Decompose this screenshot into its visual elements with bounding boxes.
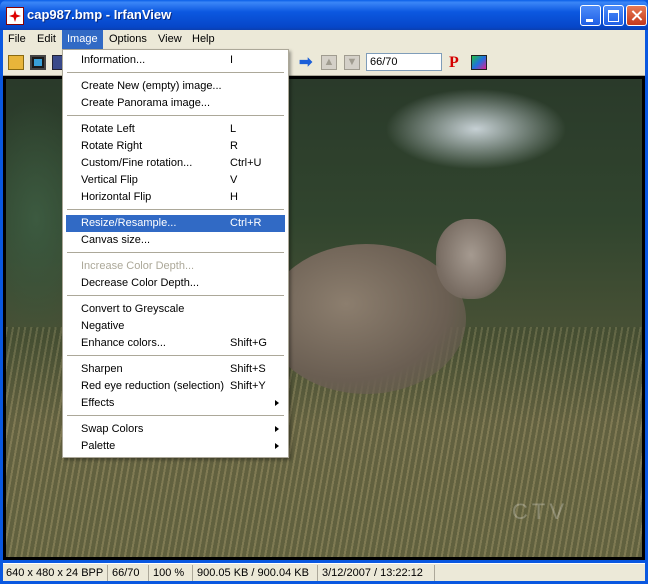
minimize-button[interactable] xyxy=(580,5,601,26)
menu-item-label: Increase Color Depth... xyxy=(81,260,195,272)
menu-item-label: Information... xyxy=(81,54,146,66)
menu-item-enhance-colors[interactable]: Enhance colors... Shift+G xyxy=(66,335,285,352)
window-title: cap987.bmp - IrfanView xyxy=(27,7,172,22)
menu-item-label: Sharpen xyxy=(81,363,123,375)
menu-item-negative[interactable]: Negative xyxy=(66,318,285,335)
title-bar[interactable]: cap987.bmp - IrfanView xyxy=(0,0,648,30)
menu-item-label: Red eye reduction (selection) xyxy=(81,380,225,392)
menu-separator xyxy=(67,355,284,356)
menu-item-shortcut: H xyxy=(230,191,238,203)
menu-item-label: Rotate Right xyxy=(81,140,143,152)
close-button[interactable] xyxy=(626,5,647,26)
status-page: 66/70 xyxy=(109,565,149,581)
menu-item-shortcut: R xyxy=(230,140,238,152)
menu-item-decrease-color-depth[interactable]: Decrease Color Depth... xyxy=(66,275,285,292)
menu-edit[interactable]: Edit xyxy=(32,30,61,49)
status-datetime: 3/12/2007 / 13:22:12 xyxy=(319,565,435,581)
menu-separator xyxy=(67,209,284,210)
properties-p-icon[interactable]: P xyxy=(449,55,465,71)
maximize-button[interactable] xyxy=(603,5,624,26)
menu-item-increase-color-depth: Increase Color Depth... xyxy=(66,258,285,275)
menu-item-label: Horizontal Flip xyxy=(81,191,152,203)
menu-item-convert-greyscale[interactable]: Convert to Greyscale xyxy=(66,301,285,318)
menu-item-swap-colors[interactable]: Swap Colors xyxy=(66,421,285,438)
submenu-arrow-icon xyxy=(275,426,279,432)
status-zoom: 100 % xyxy=(150,565,193,581)
menu-options[interactable]: Options xyxy=(104,30,152,49)
status-dimensions: 640 x 480 x 24 BPP xyxy=(3,565,108,581)
menu-separator xyxy=(67,415,284,416)
menu-item-label: Effects xyxy=(81,397,115,409)
wolf-head xyxy=(436,219,506,299)
slideshow-icon[interactable] xyxy=(30,55,46,70)
menu-item-palette[interactable]: Palette xyxy=(66,438,285,455)
menu-view[interactable]: View xyxy=(153,30,187,49)
menu-item-create-new[interactable]: Create New (empty) image... xyxy=(66,78,285,95)
menu-item-shortcut: I xyxy=(230,54,234,66)
menu-item-shortcut: Ctrl+U xyxy=(230,157,262,169)
menu-item-red-eye-reduction[interactable]: Red eye reduction (selection) Shift+Y xyxy=(66,378,285,395)
menu-item-label: Custom/Fine rotation... xyxy=(81,157,193,169)
menu-separator xyxy=(67,72,284,73)
page-number-field[interactable]: 66/70 xyxy=(366,53,442,71)
menu-help[interactable]: Help xyxy=(187,30,220,49)
menu-item-shortcut: L xyxy=(230,123,237,135)
menu-item-label: Palette xyxy=(81,440,116,452)
status-file-size: 900.05 KB / 900.04 KB xyxy=(194,565,318,581)
menu-item-label: Swap Colors xyxy=(81,423,144,435)
menu-item-label: Convert to Greyscale xyxy=(81,303,185,315)
menu-item-label: Rotate Left xyxy=(81,123,135,135)
menu-item-shortcut: Shift+S xyxy=(230,363,266,375)
menu-item-create-panorama[interactable]: Create Panorama image... xyxy=(66,95,285,112)
menu-item-label: Create Panorama image... xyxy=(81,97,211,109)
menu-item-label: Canvas size... xyxy=(81,234,151,246)
menu-image[interactable]: Image xyxy=(62,30,103,49)
menu-file[interactable]: File xyxy=(3,30,31,49)
menu-item-effects[interactable]: Effects xyxy=(66,395,285,412)
menu-item-sharpen[interactable]: Sharpen Shift+S xyxy=(66,361,285,378)
move-down-icon[interactable]: ▼ xyxy=(344,55,360,70)
status-bar: 640 x 480 x 24 BPP 66/70 100 % 900.05 KB… xyxy=(3,563,645,581)
menu-separator xyxy=(67,295,284,296)
menu-item-label: Create New (empty) image... xyxy=(81,80,222,92)
menu-item-label: Negative xyxy=(81,320,125,332)
menu-item-custom-rotation[interactable]: Custom/Fine rotation... Ctrl+U xyxy=(66,155,285,172)
menu-item-shortcut: Ctrl+R xyxy=(230,217,262,229)
menu-item-information[interactable]: Information... I xyxy=(66,52,285,69)
next-arrow-icon[interactable]: ➡ xyxy=(299,55,315,71)
menu-separator xyxy=(67,115,284,116)
menu-item-shortcut: V xyxy=(230,174,238,186)
menu-separator xyxy=(67,252,284,253)
paint-icon[interactable] xyxy=(471,55,487,70)
move-up-icon[interactable]: ▲ xyxy=(321,55,337,70)
menu-item-label: Resize/Resample... xyxy=(81,217,177,229)
menu-item-shortcut: Shift+Y xyxy=(230,380,266,392)
submenu-arrow-icon xyxy=(275,400,279,406)
menu-item-rotate-right[interactable]: Rotate Right R xyxy=(66,138,285,155)
irfanview-app-icon[interactable] xyxy=(6,7,24,25)
menu-item-label: Decrease Color Depth... xyxy=(81,277,199,289)
menu-item-rotate-left[interactable]: Rotate Left L xyxy=(66,121,285,138)
menu-bar: File Edit Image Options View Help xyxy=(3,30,645,49)
ctv-watermark: CTV xyxy=(512,499,568,524)
menu-item-shortcut: Shift+G xyxy=(230,337,267,349)
image-menu-dropdown: Information... I Create New (empty) image… xyxy=(62,49,289,458)
menu-item-canvas-size[interactable]: Canvas size... xyxy=(66,232,285,249)
menu-item-vertical-flip[interactable]: Vertical Flip V xyxy=(66,172,285,189)
open-folder-icon[interactable] xyxy=(8,55,24,70)
menu-item-label: Enhance colors... xyxy=(81,337,166,349)
menu-item-label: Vertical Flip xyxy=(81,174,138,186)
submenu-arrow-icon xyxy=(275,443,279,449)
menu-item-horizontal-flip[interactable]: Horizontal Flip H xyxy=(66,189,285,206)
menu-item-resize-resample[interactable]: Resize/Resample... Ctrl+R xyxy=(66,215,285,232)
